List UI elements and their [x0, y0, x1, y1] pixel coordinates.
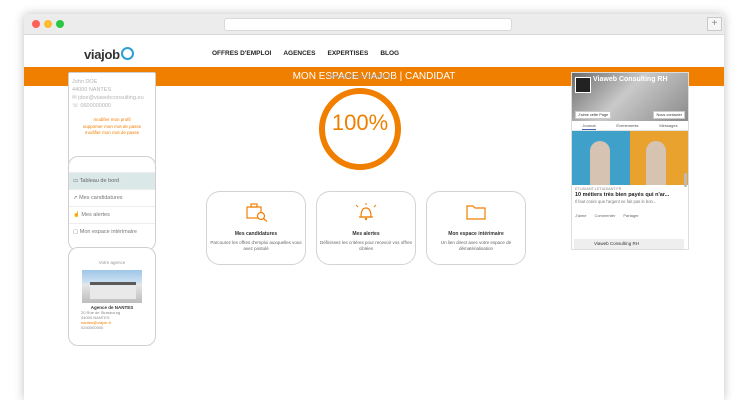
fb-like-action[interactable]: J'aime	[575, 213, 586, 218]
fb-page-name[interactable]: Viaweb Consulting RH	[593, 76, 668, 83]
close-window-icon[interactable]	[32, 20, 40, 28]
sidebar-item-dashboard[interactable]: ▭ Tableau de bord	[69, 172, 155, 189]
profile-name: John DOE	[72, 79, 98, 85]
logo-text: viajob	[84, 47, 120, 62]
fb-cover: Viaweb Consulting RH J'aime cette Page N…	[572, 73, 688, 121]
card-candidatures-desc: Parcourez les offres d'emploi auxquelles…	[210, 240, 302, 251]
logo-ring-icon	[120, 47, 134, 60]
fb-like-button[interactable]: J'aime cette Page	[575, 111, 612, 119]
sidebar-item-alertes[interactable]: ☝ Mes alertes	[69, 206, 155, 223]
profile-phone: ☏ 0600000000	[72, 103, 111, 109]
profile-completion: Votre profil est complété à : 100%	[190, 74, 530, 170]
agency-title: Votre agence	[98, 260, 126, 265]
edit-password-link[interactable]: modifier mon mot de passe	[69, 130, 155, 137]
card-alertes-desc: Définissez les critères pour recevoir vo…	[320, 240, 412, 251]
fb-tab-journal[interactable]: Journal	[582, 121, 596, 130]
fb-tab-events[interactable]: Événements	[616, 121, 638, 130]
site-logo[interactable]: viajob	[84, 47, 134, 62]
completion-label: Votre profil est complété à :	[326, 74, 394, 80]
fb-post-source: ETUDIANT.LETUDIANT.FR	[575, 187, 622, 191]
card-candidatures[interactable]: Mes candidatures Parcourez les offres d'…	[206, 191, 306, 265]
fb-contact-button[interactable]: Nous contacter	[653, 111, 685, 119]
menu-offres[interactable]: OFFRES D'EMPLOI	[212, 50, 271, 57]
profile-city: 44000 NANTES	[72, 87, 112, 93]
fb-comment-action[interactable]: Commenter	[594, 213, 615, 218]
dashboard-menu: ▭ Tableau de bord ➚ Mes candidatures ☝ M…	[68, 156, 156, 251]
card-interimaire[interactable]: Mon espace intérimaire Un lien direct av…	[426, 191, 526, 265]
card-interimaire-title: Mon espace intérimaire	[448, 231, 504, 237]
facebook-widget: Viaweb Consulting RH J'aime cette Page N…	[571, 72, 689, 250]
menu-blog[interactable]: BLOG	[380, 50, 399, 57]
card-alertes[interactable]: Mes alertes Définissez les critères pour…	[316, 191, 416, 265]
fb-post-image[interactable]	[572, 131, 688, 185]
cursor-icon: ➚	[73, 195, 78, 201]
minimize-window-icon[interactable]	[44, 20, 52, 28]
fb-tab-messages[interactable]: Messages	[659, 121, 677, 130]
menu-expertises[interactable]: EXPERTISES	[327, 50, 368, 57]
sidebar-item-interimaire[interactable]: ▢ Mon espace intérimaire	[69, 223, 155, 240]
card-candidatures-title: Mes candidatures	[234, 231, 278, 237]
new-tab-icon[interactable]: +	[707, 17, 722, 31]
menu-agences[interactable]: AGENCES	[283, 50, 315, 57]
fb-actions: J'aime Commenter Partager	[575, 213, 685, 218]
fb-share-action[interactable]: Partager	[623, 213, 638, 218]
main-menu: OFFRES D'EMPLOI AGENCES EXPERTISES BLOG	[212, 50, 399, 57]
browser-chrome: +	[24, 14, 724, 35]
fb-scrollbar[interactable]	[684, 173, 687, 187]
hand-icon: ☝	[73, 212, 80, 218]
sidebar-item-candidatures[interactable]: ➚ Mes candidatures	[69, 189, 155, 206]
site-header: viajob OFFRES D'EMPLOI AGENCES EXPERTISE…	[24, 35, 724, 67]
briefcase-search-icon	[246, 203, 268, 222]
profile-email: ✉ jdoe@viawebconsulting.eu	[72, 95, 144, 101]
agency-phone: 0240000000	[81, 325, 104, 330]
card-interimaire-desc: Un lien direct avec votre espace de déma…	[440, 240, 512, 251]
maximize-window-icon[interactable]	[56, 20, 64, 28]
agency-photo	[82, 270, 142, 303]
fb-post-title[interactable]: 10 métiers très bien payés qui n'ar...	[575, 192, 685, 198]
completion-value: 100%	[331, 110, 389, 135]
agency-card: Votre agence Agence de NANTES 20 Rue de …	[68, 247, 156, 346]
dashboard-icon: ▭	[73, 178, 79, 184]
profile-card: John DOE 44000 NANTES ✉ jdoe@viawebconsu…	[68, 72, 156, 164]
address-bar[interactable]	[224, 18, 512, 31]
completion-ring: 100%	[319, 88, 401, 170]
bell-icon	[355, 203, 377, 221]
fb-tabs: Journal Événements Messages	[572, 121, 688, 131]
fb-post-subtitle: Il faut croire que l'argent ne fait pas …	[575, 199, 657, 204]
card-alertes-title: Mes alertes	[352, 231, 380, 237]
folder-icon	[466, 205, 486, 220]
folder-icon: ▢	[73, 229, 79, 235]
fb-page-logo	[575, 77, 591, 93]
fb-next-post: Viaweb Consulting RH	[574, 239, 684, 249]
